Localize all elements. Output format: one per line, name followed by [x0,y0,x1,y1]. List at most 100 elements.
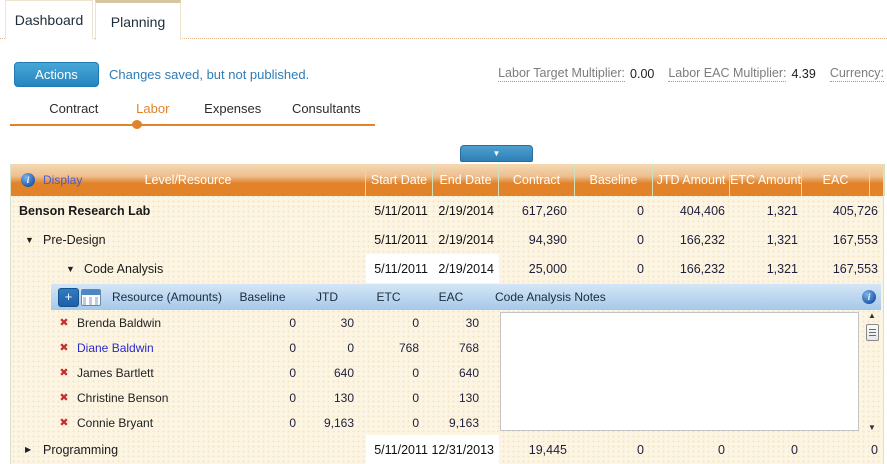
scroll-down-icon[interactable]: ▼ [868,424,876,432]
cell-etc: 0 [730,435,802,464]
cell-etc[interactable]: 0 [356,385,421,410]
currency-label[interactable]: Currency: [830,66,884,82]
cell-eac: 167,553 [802,254,885,283]
tab-dashboard[interactable]: Dashboard [5,0,93,39]
table-row-programming[interactable]: ▶ Programming 5/11/2011 12/31/2013 19,44… [11,435,883,464]
tab-planning[interactable]: Planning [95,0,181,40]
column-scroll-spacer [870,164,885,196]
plan-section-tabs: Contract Labor Expenses Consultants [10,98,375,126]
cell-etc[interactable]: 768 [356,335,421,360]
info-icon[interactable]: i [862,290,876,304]
resource-panel-header: + Resource (Amounts) Baseline JTD ETC EA… [51,283,881,310]
eac-column-label[interactable]: EAC [421,290,481,304]
cell-eac: 9,163 [421,410,481,435]
delete-resource-icon[interactable]: ✖ [51,391,77,404]
cell-contract: 19,445 [499,435,575,464]
cell-eac: 167,553 [802,225,885,254]
resource-column-label: Resource (Amounts) [107,290,227,304]
cell-baseline[interactable]: 0 [227,360,298,385]
cell-end-date: 2/19/2014 [433,196,499,225]
cell-end-date-input[interactable]: 2/19/2014 [433,254,499,283]
cell-etc[interactable]: 0 [356,360,421,385]
delete-resource-icon[interactable]: ✖ [51,316,77,329]
cell-contract: 94,390 [499,225,575,254]
cell-etc: 1,321 [730,225,802,254]
tab-contract[interactable]: Contract [30,98,118,124]
resource-row: ✖ Christine Benson 0 130 0 130 [51,385,496,410]
table-row-project[interactable]: Benson Research Lab 5/11/2011 2/19/2014 … [11,196,883,225]
cell-jtd: 0 [298,335,356,360]
cell-baseline[interactable]: 0 [227,335,298,360]
labor-target-multiplier-value: 0.00 [630,67,654,81]
column-etc-amount[interactable]: ETC Amount [730,164,802,196]
cell-baseline: 0 [575,254,653,283]
cell-baseline: 0 [575,225,653,254]
resource-name-link[interactable]: Diane Baldwin [77,341,227,355]
collapse-node-icon[interactable]: ▼ [66,264,77,274]
cell-end-date-input[interactable]: 12/31/2013 [433,435,499,464]
chevron-down-icon: ▼ [493,149,501,158]
tab-labor[interactable]: Labor [118,98,188,124]
actions-button[interactable]: Actions [14,62,99,87]
cell-end-date: 2/19/2014 [433,225,499,254]
delete-resource-icon[interactable]: ✖ [51,341,77,354]
column-level-resource-label: Level/Resource [11,173,365,187]
cell-start-date-input[interactable]: 5/11/2011 [366,254,433,283]
grid-header-row: i Display Level/Resource Start Date End … [11,164,883,196]
collapse-node-icon[interactable]: ▼ [25,235,36,245]
baseline-column-label[interactable]: Baseline [227,290,298,304]
row-task-label: Code Analysis [84,262,163,276]
delete-resource-icon[interactable]: ✖ [51,416,77,429]
labor-eac-multiplier-value: 4.39 [791,67,815,81]
labor-plan-grid: i Display Level/Resource Start Date End … [10,164,884,464]
cell-jtd: 404,406 [653,196,730,225]
scroll-up-icon[interactable]: ▲ [868,312,876,320]
tab-consultants[interactable]: Consultants [278,98,375,124]
column-jtd-amount[interactable]: JTD Amount [653,164,730,196]
cell-etc[interactable]: 0 [356,410,421,435]
notes-column-label: Code Analysis Notes [481,290,857,304]
delete-resource-icon[interactable]: ✖ [51,366,77,379]
collapse-grid-button[interactable]: ▼ [460,145,533,162]
column-level-resource: i Display Level/Resource [11,164,366,196]
expand-node-icon[interactable]: ▶ [25,445,36,454]
cell-etc: 1,321 [730,196,802,225]
labor-target-multiplier-label[interactable]: Labor Target Multiplier: [498,66,625,82]
cell-baseline[interactable]: 0 [227,385,298,410]
column-eac[interactable]: EAC [802,164,870,196]
row-phase-label: Pre-Design [43,233,106,247]
tab-expenses[interactable]: Expenses [188,98,278,124]
calendar-icon[interactable] [81,289,101,306]
row-project-label: Benson Research Lab [19,204,150,218]
scrollbar-thumb[interactable] [866,324,879,341]
resource-panel-body: ✖ Brenda Baldwin 0 30 0 30 ✖ Diane Baldw… [51,310,881,435]
cell-eac: 130 [421,385,481,410]
table-row-task[interactable]: ▼ Code Analysis 5/11/2011 2/19/2014 25,0… [11,254,883,283]
resource-name: Connie Bryant [77,416,227,430]
code-analysis-notes-input[interactable] [500,312,859,431]
etc-column-label[interactable]: ETC [356,290,421,304]
labor-eac-multiplier-label[interactable]: Labor EAC Multiplier: [668,66,786,82]
cell-jtd: 0 [653,435,730,464]
cell-baseline[interactable]: 0 [227,410,298,435]
resource-row: ✖ Diane Baldwin 0 0 768 768 [51,335,496,360]
notes-area-wrapper [496,310,863,435]
cell-eac: 768 [421,335,481,360]
resource-row: ✖ James Bartlett 0 640 0 640 [51,360,496,385]
cell-start-date-input[interactable]: 5/11/2011 [366,435,433,464]
column-start-date[interactable]: Start Date [366,164,433,196]
top-tab-bar: Dashboard Planning [0,0,887,39]
table-row-phase[interactable]: ▼ Pre-Design 5/11/2011 2/19/2014 94,390 … [11,225,883,254]
add-resource-button[interactable]: + [58,288,79,307]
labor-target-multiplier: Labor Target Multiplier: 0.00 [498,66,654,82]
resource-name: Brenda Baldwin [77,316,227,330]
column-baseline[interactable]: Baseline [575,164,653,196]
column-contract[interactable]: Contract [499,164,575,196]
cell-eac: 405,726 [802,196,885,225]
cell-baseline[interactable]: 0 [227,310,298,335]
panel-scrollbar: ▲ ▼ [863,310,881,435]
column-end-date[interactable]: End Date [433,164,499,196]
cell-eac: 640 [421,360,481,385]
jtd-column-label[interactable]: JTD [298,290,356,304]
cell-etc[interactable]: 0 [356,310,421,335]
